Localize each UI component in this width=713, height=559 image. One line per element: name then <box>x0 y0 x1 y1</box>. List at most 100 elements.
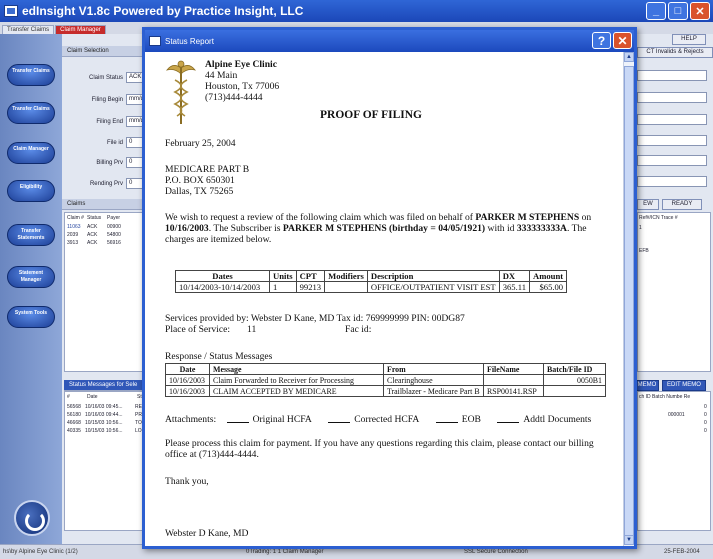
claim-cell[interactable]: 2039 <box>67 232 78 238</box>
subscriber-id: 333333333A <box>516 223 567 234</box>
attachment-blank <box>328 422 351 423</box>
msg-cell[interactable]: 56568 <box>67 404 81 410</box>
msg-cell[interactable]: TO <box>135 420 142 426</box>
dialog-controls: ? ✕ <box>592 32 632 49</box>
help-question-button[interactable]: ? <box>592 32 611 49</box>
table-row: 10/16/2003 Claim Forwarded to Receiver f… <box>165 374 606 386</box>
claim-cell[interactable]: 54800 <box>107 232 121 238</box>
dialog-icon <box>149 36 161 46</box>
efb-cell[interactable]: EFB <box>639 248 649 254</box>
clinic-addr1: 44 Main <box>205 70 238 81</box>
msg-cell[interactable]: 10/16/03 09:44... <box>85 412 123 418</box>
memo-button[interactable]: MEMO <box>635 380 659 391</box>
trace-header: Ref#/ICN Trace # <box>639 215 678 221</box>
msg-cell[interactable]: 10/16/03 09:45... <box>85 404 123 410</box>
message-date: 10/16/2003 <box>165 374 210 386</box>
nav-system-tools[interactable]: System Tools <box>7 306 55 328</box>
proof-of-filing-document: Alpine Eye Clinic 44 Main Houston, Tx 77… <box>145 52 623 546</box>
batch-cell[interactable]: 0 <box>704 420 707 426</box>
tab-transfer-claims[interactable]: Transfer Claims <box>2 25 55 34</box>
dialog-titlebar: Status Report ? ✕ <box>145 30 634 52</box>
patient-name: PARKER M STEPHENS <box>475 212 580 223</box>
minimize-button[interactable]: _ <box>646 2 666 20</box>
trace-cell[interactable]: 1 <box>639 225 642 231</box>
right-field[interactable] <box>637 70 707 81</box>
close-button[interactable]: ✕ <box>690 2 710 20</box>
claim-cell[interactable]: 56916 <box>107 240 121 246</box>
maximize-button[interactable]: □ <box>668 2 688 20</box>
msg-cell[interactable]: 10/15/03 10:56... <box>85 420 123 426</box>
charges-header-row: Dates Units CPT Modifiers Description DX… <box>175 270 568 282</box>
tab-claim-manager[interactable]: Claim Manager <box>55 25 106 34</box>
batch-id-cell[interactable]: 000001 <box>668 412 685 418</box>
scroll-down-icon[interactable]: ▼ <box>624 535 634 545</box>
filing-begin-label: Filing Begin <box>91 96 123 103</box>
claims-grid[interactable]: Claim # Status Payer 11063 ACK 00900 203… <box>64 212 144 372</box>
scroll-thumb[interactable] <box>624 66 634 544</box>
view-button[interactable]: EW <box>637 199 659 210</box>
claim-cell[interactable]: ACK <box>87 224 97 230</box>
practice-insight-logo-icon <box>14 500 50 536</box>
filing-end-label: Filing End <box>96 118 123 125</box>
clinic-addr2: Houston, Tx 77006 <box>205 81 280 92</box>
app-titlebar: edInsight V1.8c Powered by Practice Insi… <box>0 0 713 22</box>
charge-units: 1 <box>269 281 297 293</box>
help-button[interactable]: HELP <box>672 34 706 45</box>
claim-status-label: Claim Status <box>88 74 123 81</box>
nav-eligibility[interactable]: Eligibility <box>7 180 55 202</box>
status-date: 25-FEB-2004 <box>664 549 700 555</box>
caduceus-logo-icon <box>166 60 196 124</box>
attachment-blank <box>497 422 520 423</box>
nav-transfer-claims[interactable]: Transfer Claims <box>7 64 55 86</box>
messages-col-batch: Batch/File ID <box>543 363 606 375</box>
nav-transfer-claims-2[interactable]: Transfer Claims <box>7 102 55 124</box>
status-messages-header: Status Messages for Sele <box>64 380 146 391</box>
right-field[interactable] <box>637 114 707 125</box>
claim-cell[interactable]: 00900 <box>107 224 121 230</box>
batch-grid[interactable]: ch ID Batch Numbe Re 0 000001 0 0 0 <box>637 391 711 531</box>
status-messages-table: Date Message From FileName Batch/File ID… <box>165 363 606 397</box>
claim-cell[interactable]: 3913 <box>67 240 78 246</box>
claim-cell[interactable]: 11063 <box>67 224 81 230</box>
charge-dates: 10/14/2003-10/14/2003 <box>175 281 270 293</box>
message-date: 10/16/2003 <box>165 385 210 397</box>
right-field[interactable] <box>637 92 707 103</box>
claims-col-payer: Payer <box>107 215 121 221</box>
claims-col-status: Status <box>87 215 102 221</box>
nav-claim-manager[interactable]: Claim Manager <box>7 142 55 164</box>
claim-cell[interactable]: ACK <box>87 232 97 238</box>
attachment-blank <box>226 422 249 423</box>
nav-transfer-statements[interactable]: Transfer Statements <box>7 224 55 246</box>
msg-cell[interactable]: 56180 <box>67 412 81 418</box>
batch-cell[interactable]: 0 <box>704 412 707 418</box>
charges-col-dx: DX <box>498 270 531 282</box>
msg-cell[interactable]: 40335 <box>67 428 81 434</box>
nav-statement-manager[interactable]: Statement Manager <box>7 266 55 288</box>
msg-cell[interactable]: PR <box>135 412 142 418</box>
msg-col-num: # <box>67 394 70 400</box>
claim-cell[interactable]: ACK <box>87 240 97 246</box>
msg-cell[interactable]: 10/15/03 10:56... <box>85 428 123 434</box>
batch-cell[interactable]: 0 <box>704 404 707 410</box>
msg-cell[interactable]: RE <box>135 404 142 410</box>
invalids-rejects-button[interactable]: CT Invalids & Rejects <box>637 47 713 58</box>
edit-memo-button[interactable]: EDIT MEMO <box>662 380 706 391</box>
right-field[interactable] <box>637 176 707 187</box>
ready-button[interactable]: READY <box>662 199 702 210</box>
right-field[interactable] <box>637 155 707 166</box>
response-label: Response / Status Messages <box>165 351 273 362</box>
batch-cell[interactable]: 0 <box>704 428 707 434</box>
msg-cell[interactable]: 46668 <box>67 420 81 426</box>
status-messages-grid[interactable]: # Date St 56568 10/16/03 09:45... RE 561… <box>64 391 144 531</box>
message-filename: RSP00141.RSP <box>483 385 544 397</box>
request-paragraph: We wish to request a review of the follo… <box>165 212 617 245</box>
msg-cell[interactable]: LO <box>135 428 142 434</box>
payer-line2: P.O. BOX 650301 <box>165 175 235 186</box>
messages-header-row: Date Message From FileName Batch/File ID <box>165 363 606 375</box>
right-field[interactable] <box>637 135 707 146</box>
scroll-up-icon[interactable]: ▲ <box>624 52 634 62</box>
dialog-scrollbar[interactable]: ▲ ▼ <box>623 52 634 546</box>
dialog-close-button[interactable]: ✕ <box>613 32 632 49</box>
trace-grid[interactable]: Ref#/ICN Trace # 1 EFB <box>637 212 711 372</box>
message-text: Claim Forwarded to Receiver for Processi… <box>209 374 384 386</box>
